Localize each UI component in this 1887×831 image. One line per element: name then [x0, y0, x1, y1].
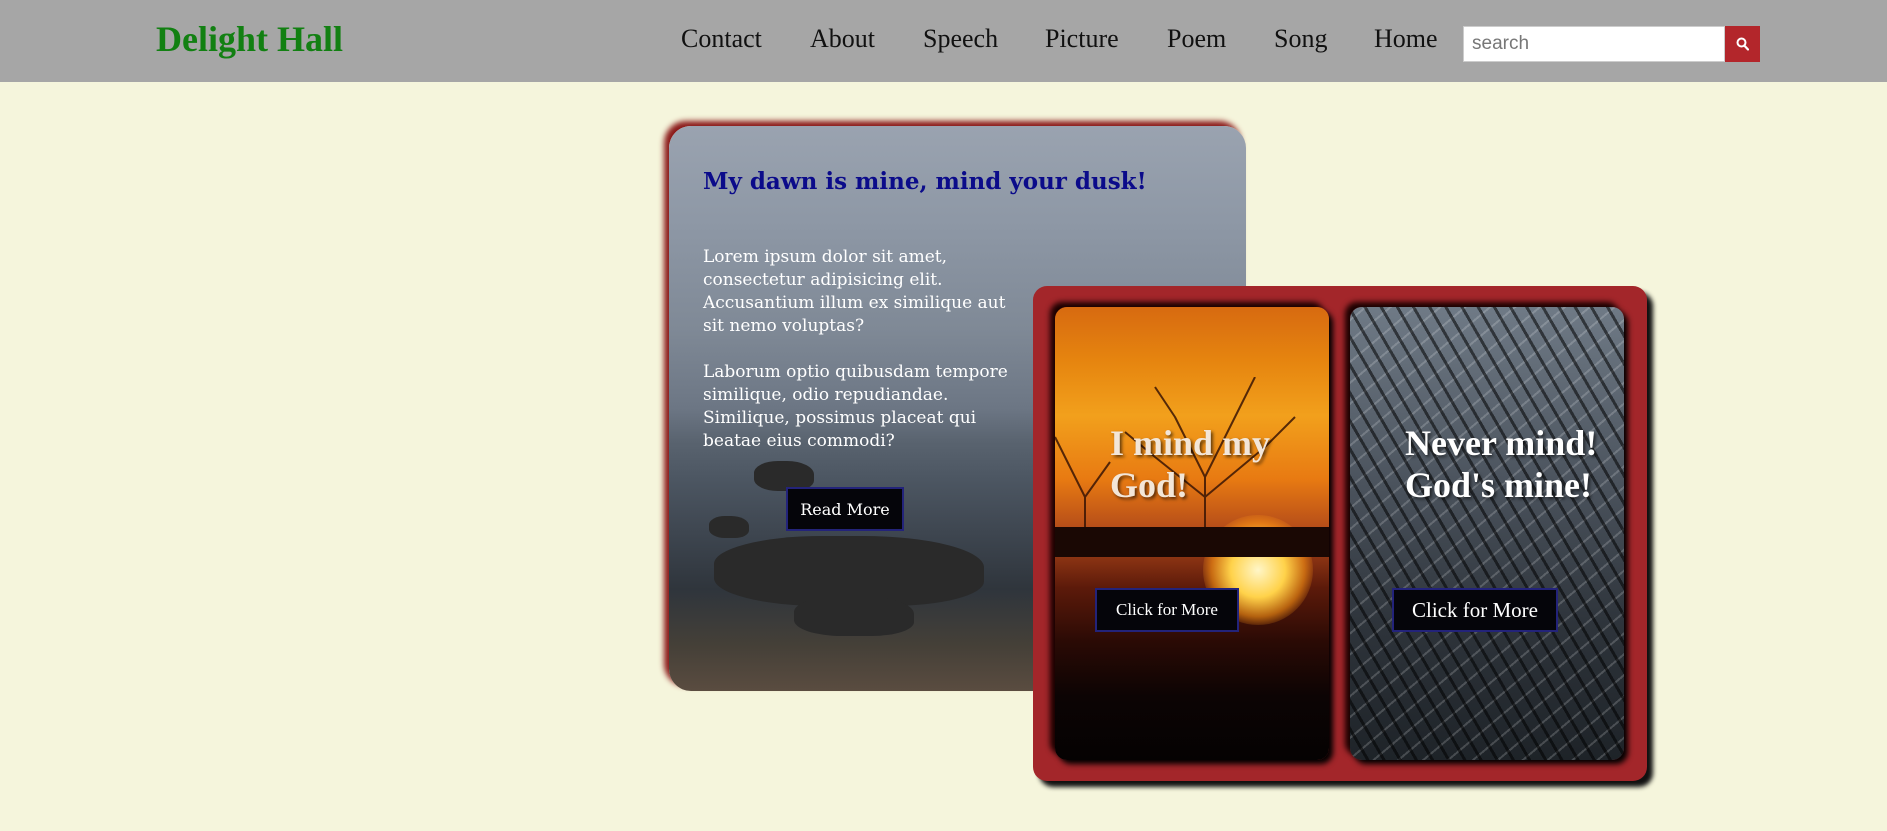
nav-link-picture[interactable]: Picture — [1045, 24, 1119, 54]
fence-card-title: Never mind! God's mine! — [1405, 423, 1598, 505]
rock-image — [709, 516, 749, 538]
nav-link-poem[interactable]: Poem — [1167, 24, 1226, 54]
header: Delight Hall Contact About Speech Pictur… — [0, 0, 1887, 82]
featured-paragraph-1: Lorem ipsum dolor sit amet, consectetur … — [703, 247, 1006, 336]
nav-link-contact[interactable]: Contact — [681, 24, 762, 54]
nav-link-about[interactable]: About — [810, 24, 875, 54]
search-button[interactable] — [1725, 26, 1760, 62]
cards-panel: I mind my God! Click for More Never mind… — [1033, 286, 1647, 781]
fence-card-button[interactable]: Click for More — [1392, 588, 1558, 632]
search-icon — [1736, 37, 1749, 51]
sunset-card-button[interactable]: Click for More — [1095, 588, 1239, 632]
nav-link-song[interactable]: Song — [1274, 24, 1327, 54]
featured-paragraph-2: Laborum optio quibusdam tempore similiqu… — [703, 362, 1008, 451]
featured-title: My dawn is mine, mind your dusk! — [703, 168, 1147, 195]
nav-link-speech[interactable]: Speech — [923, 24, 998, 54]
nav-link-home[interactable]: Home — [1374, 24, 1438, 54]
rock-image — [794, 596, 914, 636]
search-input[interactable] — [1463, 26, 1725, 62]
read-more-button[interactable]: Read More — [786, 487, 904, 531]
fence-card: Never mind! God's mine! Click for More — [1350, 307, 1624, 760]
sunset-card: I mind my God! Click for More — [1055, 307, 1329, 760]
sunset-card-title: I mind my God! — [1110, 423, 1271, 505]
